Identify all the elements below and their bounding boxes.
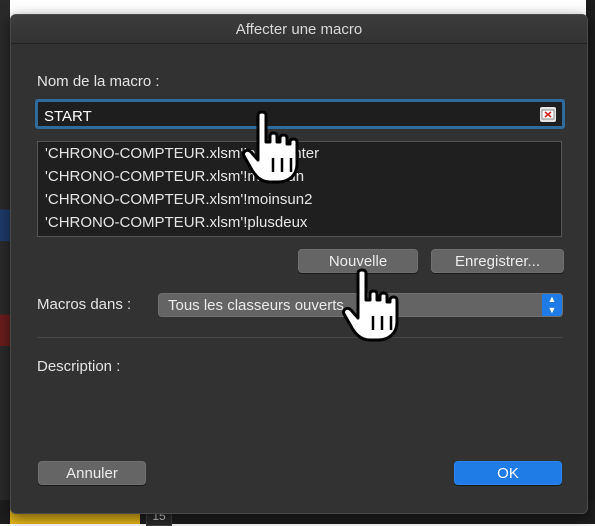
assign-macro-dialog: Affecter une macro Nom de la macro : 'CH…	[10, 14, 588, 514]
spreadsheet-left-edge	[0, 0, 10, 524]
chevron-updown-icon[interactable]: ▲ ▼	[542, 294, 562, 316]
pointing-hand-cursor-icon	[240, 110, 310, 190]
clear-field-icon[interactable]	[540, 107, 556, 122]
pointing-hand-cursor-icon	[340, 268, 410, 348]
save-macro-button[interactable]: Enregistrer...	[431, 249, 564, 273]
cancel-button[interactable]: Annuler	[38, 461, 146, 485]
section-divider	[37, 337, 563, 338]
macro-name-label: Nom de la macro :	[37, 73, 160, 90]
dialog-titlebar: Affecter une macro	[11, 15, 587, 44]
list-item[interactable]: 'CHRONO-COMPTEUR.xlsm'!moinsun2	[38, 188, 561, 211]
description-label: Description :	[37, 358, 121, 375]
macros-in-label: Macros dans :	[37, 296, 132, 313]
macros-in-value: Tous les classeurs ouverts	[168, 297, 344, 314]
window-top-edge	[0, 0, 595, 10]
dialog-title: Affecter une macro	[235, 21, 363, 38]
list-item[interactable]: 'CHRONO-COMPTEUR.xlsm'!plusdeux	[38, 211, 561, 234]
ok-button[interactable]: OK	[454, 461, 562, 485]
